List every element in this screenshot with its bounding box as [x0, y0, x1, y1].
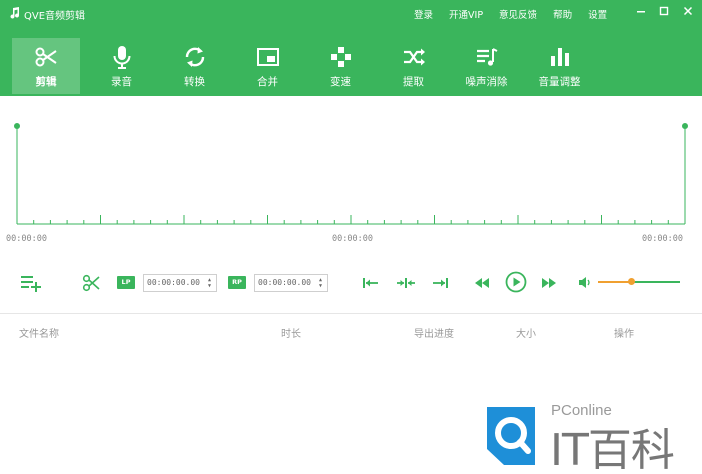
vip-link[interactable]: 开通VIP — [449, 7, 483, 21]
speaker-icon[interactable] — [578, 276, 592, 289]
playback-controls: LP 00:00:00.00 ▲ ▼ RP 00:00:00.00 ▲ ▼ — [0, 266, 702, 300]
watermark-title: IT百科 — [550, 425, 675, 474]
right-marker-handle — [682, 123, 688, 129]
music-note-icon — [10, 7, 20, 19]
lp-time-input[interactable]: 00:00:00.00 ▲ ▼ — [143, 274, 217, 292]
add-file-button[interactable] — [20, 274, 42, 292]
login-link[interactable]: 登录 — [414, 7, 433, 21]
tool-record-label: 录音 — [111, 76, 132, 88]
rp-badge: RP — [228, 276, 246, 289]
column-size: 大小 — [516, 329, 536, 340]
waveform-area[interactable]: 00:00:00 00:00:00 00:00:00 — [0, 96, 702, 250]
app-header: QVE音频剪辑 登录 开通VIP 意见反馈 帮助 设置 剪辑 录音 转换 合并 … — [0, 0, 702, 96]
timeline-end-time: 00:00:00 — [642, 234, 683, 244]
extract-icon — [403, 48, 425, 66]
column-file-name: 文件名称 — [19, 329, 59, 340]
tool-record[interactable]: 录音 — [85, 38, 158, 94]
tool-convert-label: 转换 — [184, 76, 205, 88]
tool-volume-label: 音量调整 — [538, 76, 581, 88]
maximize-button[interactable] — [657, 4, 671, 18]
timeline-ruler — [14, 123, 688, 225]
timeline-start-time: 00:00:00 — [6, 234, 47, 244]
main-toolbar: 剪辑 录音 转换 合并 变速 提取 噪声消除 音量调整 — [12, 38, 596, 94]
minimize-icon — [637, 11, 645, 13]
rewind-button[interactable] — [474, 277, 490, 289]
settings-link[interactable]: 设置 — [588, 7, 607, 21]
minimize-button[interactable] — [634, 4, 648, 18]
tool-convert[interactable]: 转换 — [158, 38, 231, 94]
volume-knob[interactable] — [628, 278, 635, 285]
volume-fill — [598, 281, 631, 283]
volume-adjust-icon — [550, 48, 569, 66]
tool-noise[interactable]: 噪声消除 — [450, 38, 523, 94]
tool-speed[interactable]: 变速 — [304, 38, 377, 94]
close-icon — [683, 6, 693, 16]
rp-time-input[interactable]: 00:00:00.00 ▲ ▼ — [254, 274, 328, 292]
column-actions: 操作 — [614, 329, 634, 340]
merge-icon — [256, 48, 279, 66]
lp-spinner-icon[interactable]: ▲ ▼ — [208, 277, 214, 289]
tool-clip-label: 剪辑 — [35, 76, 57, 88]
column-duration: 时长 — [281, 329, 301, 340]
scissors-icon — [35, 47, 57, 67]
tool-extract[interactable]: 提取 — [377, 38, 450, 94]
app-title: QVE音频剪辑 — [24, 11, 86, 22]
tool-speed-label: 变速 — [330, 76, 351, 88]
go-to-start-button[interactable] — [362, 275, 380, 291]
convert-icon — [185, 47, 204, 67]
help-link[interactable]: 帮助 — [553, 7, 572, 21]
volume-slider[interactable] — [598, 278, 680, 285]
timeline-middle-time: 00:00:00 — [332, 234, 373, 244]
tool-volume[interactable]: 音量调整 — [523, 38, 596, 94]
list-divider — [0, 313, 702, 314]
left-marker-handle — [14, 123, 20, 129]
play-button[interactable] — [505, 271, 527, 293]
lp-badge: LP — [117, 276, 135, 289]
go-to-end-button[interactable] — [431, 275, 449, 291]
rp-spinner-icon[interactable]: ▲ ▼ — [319, 277, 325, 289]
cut-button[interactable] — [82, 274, 100, 292]
maximize-icon — [659, 6, 669, 16]
volume-track-rest — [631, 281, 680, 283]
title-bar: QVE音频剪辑 登录 开通VIP 意见反馈 帮助 设置 — [0, 0, 702, 26]
top-links: 登录 开通VIP 意见反馈 帮助 设置 — [414, 7, 623, 21]
column-export-progress: 导出进度 — [414, 329, 454, 340]
speed-icon — [330, 47, 351, 67]
tool-merge[interactable]: 合并 — [231, 38, 304, 94]
tool-noise-label: 噪声消除 — [465, 76, 508, 88]
rp-time-value: 00:00:00.00 — [258, 278, 311, 287]
close-button[interactable] — [681, 4, 695, 18]
noise-removal-icon — [476, 48, 497, 66]
tool-merge-label: 合并 — [257, 76, 278, 88]
lp-time-value: 00:00:00.00 — [147, 278, 200, 287]
microphone-icon — [113, 46, 130, 69]
pconline-logo-icon — [487, 407, 535, 465]
feedback-link[interactable]: 意见反馈 — [499, 7, 537, 21]
go-to-middle-button[interactable] — [396, 275, 416, 291]
fast-forward-button[interactable] — [541, 277, 557, 289]
tool-clip[interactable]: 剪辑 — [12, 38, 80, 94]
tool-extract-label: 提取 — [403, 76, 424, 88]
